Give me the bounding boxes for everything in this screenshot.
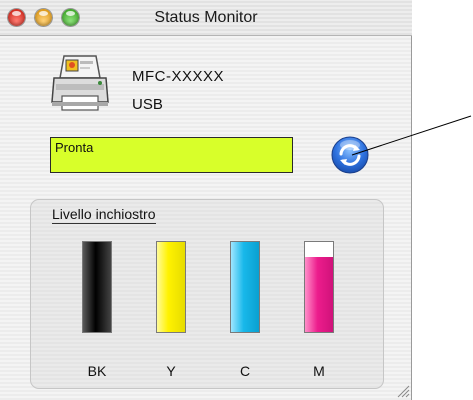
window-title: Status Monitor [154, 9, 258, 26]
ink-cartridge-c [230, 241, 260, 333]
ink-cartridge-m [304, 241, 334, 333]
printer-icon [51, 55, 109, 111]
resize-grip[interactable] [394, 382, 410, 398]
refresh-icon[interactable] [331, 136, 369, 174]
ink-level-m [305, 257, 333, 332]
ink-label-m: M [313, 363, 325, 379]
ink-label-c: C [239, 363, 251, 379]
status-text: Pronta [55, 140, 94, 155]
ink-level-c [231, 242, 259, 332]
status-monitor-window: Status Monitor MFC-XXXXX USB Pronta Live… [0, 0, 412, 400]
printer-model: MFC-XXXXX [132, 68, 225, 85]
ink-level-bk [83, 242, 111, 332]
ink-level-title: Livello inchiostro [52, 206, 156, 224]
ink-cartridge-bk [82, 241, 112, 333]
ink-label-bk: BK [87, 363, 107, 379]
title-bar[interactable]: Status Monitor [0, 0, 412, 36]
ink-label-y: Y [166, 363, 176, 379]
connection-type: USB [132, 96, 163, 113]
status-display: Pronta [50, 137, 293, 173]
ink-cartridge-y [156, 241, 186, 333]
ink-level-y [157, 242, 185, 332]
